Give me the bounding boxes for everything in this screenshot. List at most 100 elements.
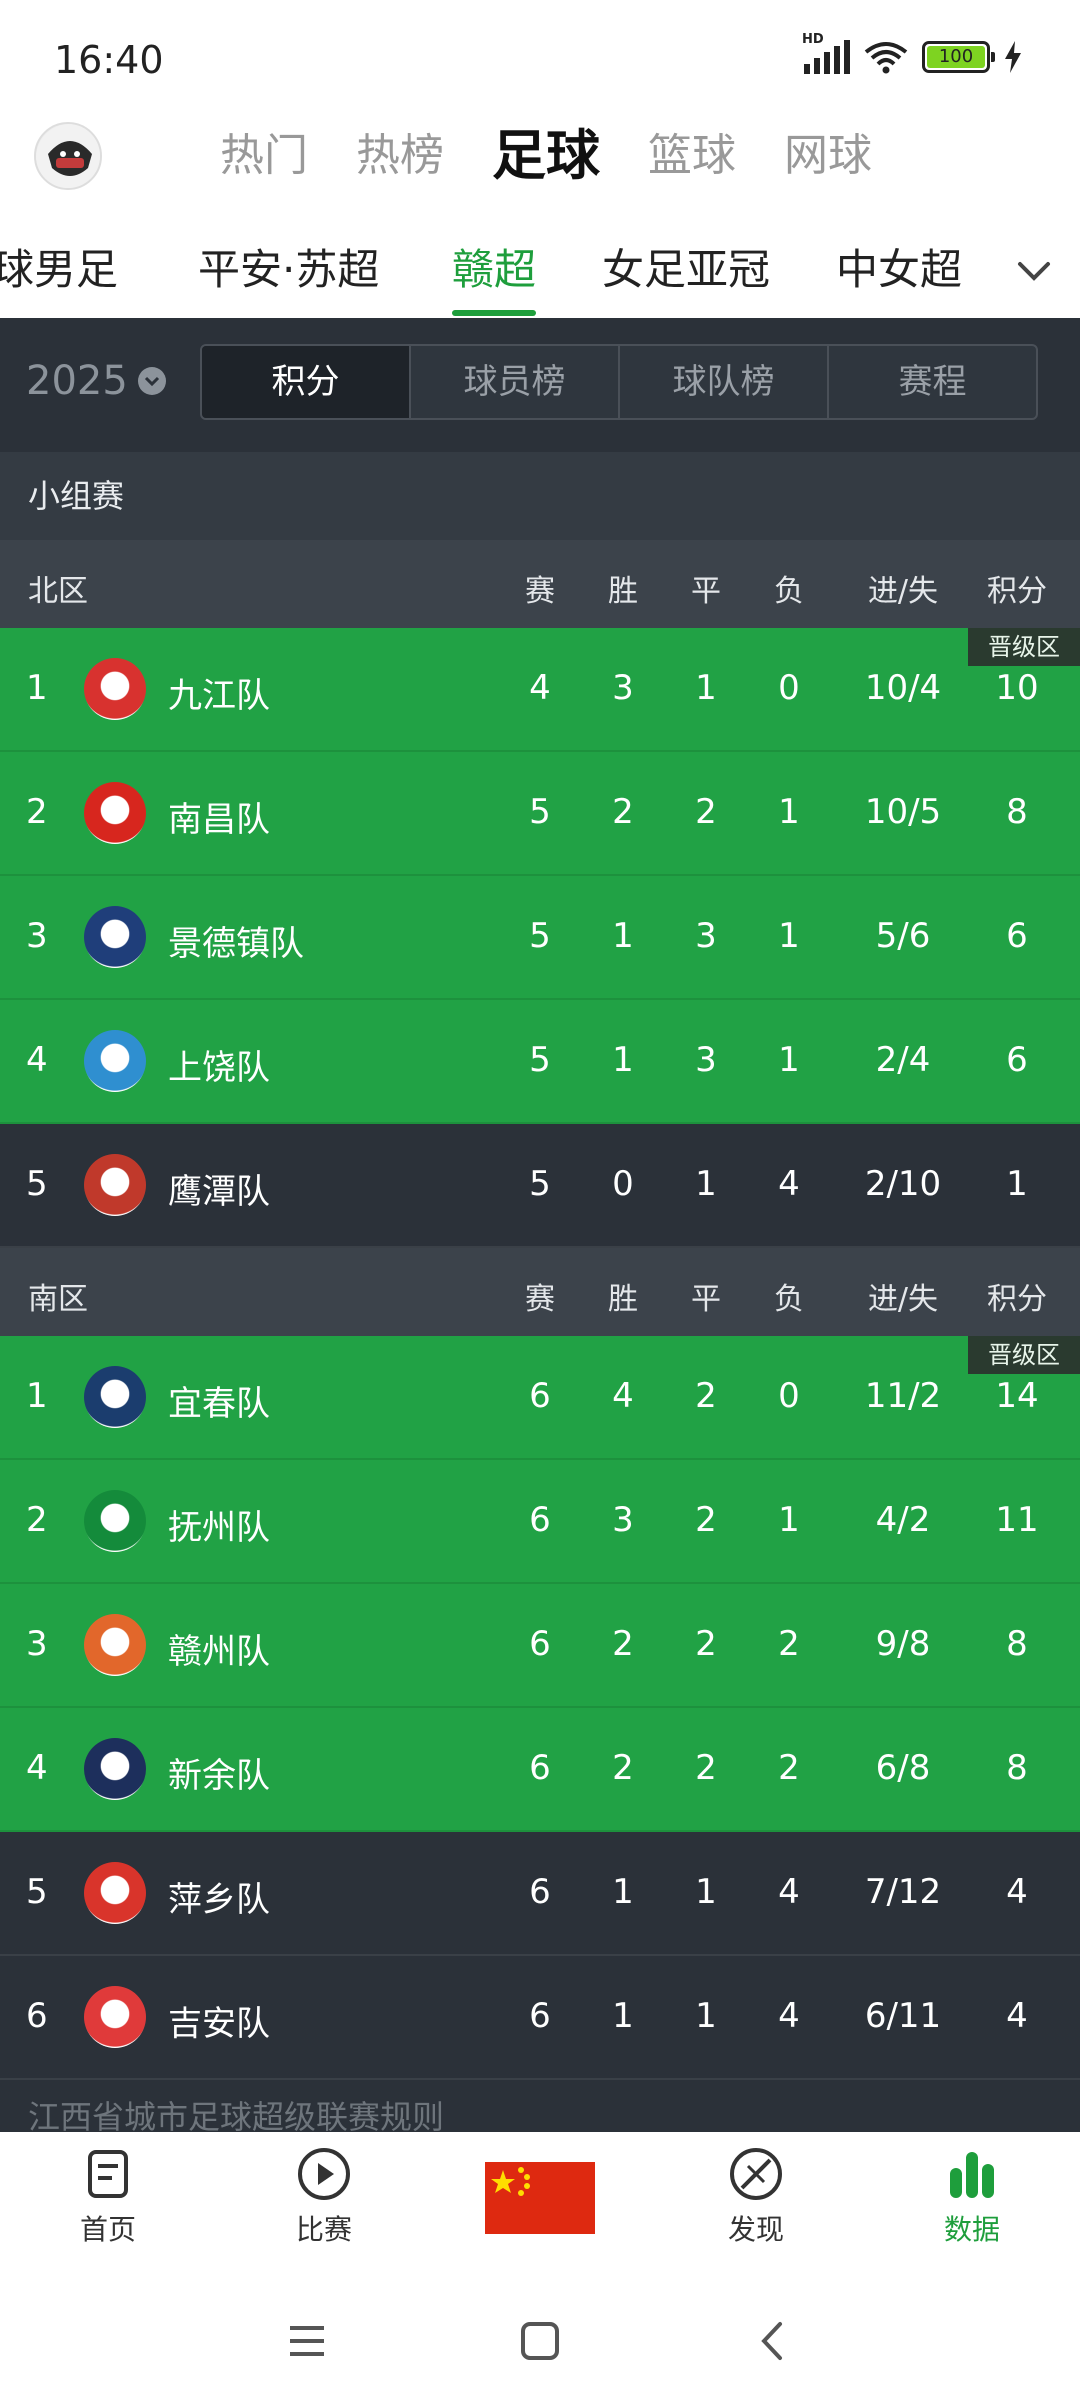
segment-schedule[interactable]: 赛程 [829, 346, 1036, 418]
tab-football[interactable]: 足球 [492, 124, 600, 188]
stat-w: 3 [612, 1500, 634, 1540]
season-selector[interactable]: 2025 [26, 358, 166, 404]
team-name[interactable]: 新余队 [168, 1748, 270, 1797]
table-row[interactable]: 5 鹰潭队 5 0 1 4 2/10 1 [0, 1124, 1080, 1248]
table-row[interactable]: 2 抚州队 6 3 2 1 4/2 11 [0, 1460, 1080, 1584]
stat-w: 2 [612, 1748, 634, 1788]
column-header-d: 平 [691, 574, 721, 609]
team-name[interactable]: 萍乡队 [168, 1872, 270, 1921]
team-name[interactable]: 九江队 [168, 668, 270, 717]
tab-basketball[interactable]: 篮球 [648, 124, 736, 188]
team-name[interactable]: 赣州队 [168, 1624, 270, 1673]
table-row[interactable]: 6 吉安队 6 1 1 4 6/11 4 [0, 1956, 1080, 2080]
promotion-zone-badge: 晋级区 [968, 1336, 1080, 1374]
zone-name: 北区 [28, 574, 88, 609]
team-rank: 3 [26, 916, 48, 956]
team-name[interactable]: 抚州队 [168, 1500, 270, 1549]
table-row[interactable]: 3 赣州队 6 2 2 2 9/8 8 [0, 1584, 1080, 1708]
tab-tennis[interactable]: 网球 [784, 124, 872, 188]
league-tab-gan-super[interactable]: 赣超 [452, 236, 536, 297]
nav-matches[interactable]: 比赛 [254, 2146, 394, 2248]
nav-home[interactable]: 首页 [38, 2146, 178, 2248]
stat-gd: 7/12 [864, 1872, 942, 1912]
team-logo [84, 906, 146, 968]
avatar-image [36, 124, 100, 188]
discover-icon [730, 2148, 782, 2200]
team-name[interactable]: 上饶队 [168, 1040, 270, 1089]
zone-name: 南区 [28, 1282, 88, 1317]
column-header-gd: 进/失 [867, 1282, 939, 1317]
stat-w: 2 [612, 792, 634, 832]
team-rank: 4 [26, 1040, 48, 1080]
stat-gp: 6 [529, 1500, 551, 1540]
stat-pts: 6 [1006, 1040, 1028, 1080]
stat-d: 3 [695, 916, 717, 956]
stat-l: 2 [778, 1624, 800, 1664]
stat-d: 1 [695, 1164, 717, 1204]
stat-pts: 8 [1006, 1748, 1028, 1788]
team-name[interactable]: 宜春队 [168, 1376, 270, 1425]
stat-l: 1 [778, 1500, 800, 1540]
league-tab-womens-acl[interactable]: 女足亚冠 [602, 236, 770, 297]
team-name[interactable]: 南昌队 [168, 792, 270, 841]
league-tab-su-super[interactable]: 平安·苏超 [198, 236, 379, 297]
team-name[interactable]: 吉安队 [168, 1996, 270, 2045]
home-square-icon[interactable] [515, 2316, 565, 2366]
segment-team-ranking[interactable]: 球队榜 [620, 346, 829, 418]
system-nav-bar [0, 2280, 1080, 2400]
stat-d: 2 [695, 1624, 717, 1664]
stat-l: 4 [778, 1872, 800, 1912]
stat-w: 1 [612, 1040, 634, 1080]
team-logo [84, 658, 146, 720]
team-rank: 1 [26, 668, 48, 708]
table-row[interactable]: 3 景德镇队 5 1 3 1 5/6 6 [0, 876, 1080, 1000]
column-header-pts: 积分 [987, 574, 1047, 609]
league-tab-mens-football[interactable]: 球男足 [0, 236, 118, 297]
bottom-nav: 首页 比赛 发现 数据 [0, 2132, 1080, 2280]
active-tab-indicator [452, 310, 536, 316]
tab-trending[interactable]: 热榜 [356, 124, 444, 188]
team-logo [84, 782, 146, 844]
charging-icon [1005, 41, 1021, 73]
stat-pts: 4 [1006, 1872, 1028, 1912]
table-row[interactable]: 1 宜春队 6 4 2 0 11/2 14 晋级区 [0, 1336, 1080, 1460]
stat-gd: 5/6 [875, 916, 931, 956]
nav-discover[interactable]: 发现 [686, 2146, 826, 2248]
stat-d: 3 [695, 1040, 717, 1080]
league-tabs: 球男足 平安·苏超 赣超 女足亚冠 中女超 [0, 222, 1080, 318]
column-header-d: 平 [691, 1282, 721, 1317]
segment-player-ranking[interactable]: 球员榜 [411, 346, 620, 418]
stat-pts: 10 [995, 668, 1039, 708]
table-row[interactable]: 4 上饶队 5 1 3 1 2/4 6 [0, 1000, 1080, 1124]
column-header-gp: 赛 [525, 574, 555, 609]
table-row[interactable]: 5 萍乡队 6 1 1 4 7/12 4 [0, 1832, 1080, 1956]
back-icon[interactable] [748, 2316, 798, 2366]
table-row[interactable]: 2 南昌队 5 2 2 1 10/5 8 [0, 752, 1080, 876]
stat-gp: 6 [529, 1748, 551, 1788]
rules-link[interactable]: 江西省城市足球超级联赛规则 [28, 2092, 444, 2132]
stat-l: 0 [778, 1376, 800, 1416]
user-avatar[interactable] [34, 122, 102, 190]
stat-gd: 4/2 [875, 1500, 931, 1540]
team-name[interactable]: 鹰潭队 [168, 1164, 270, 1213]
stat-w: 1 [612, 1996, 634, 2036]
nav-data[interactable]: 数据 [902, 2146, 1042, 2248]
stat-gd: 2/4 [875, 1040, 931, 1080]
clock: 16:40 [54, 38, 164, 82]
team-name[interactable]: 景德镇队 [168, 916, 304, 965]
table-row[interactable]: 4 新余队 6 2 2 2 6/8 8 [0, 1708, 1080, 1832]
zone-header: 北区 赛 胜 平 负 进/失 积分 [0, 540, 1080, 628]
team-rank: 2 [26, 792, 48, 832]
menu-icon[interactable] [282, 2316, 332, 2366]
chevron-down-icon[interactable] [1014, 250, 1054, 290]
table-row[interactable]: 1 九江队 4 3 1 0 10/4 10 晋级区 [0, 628, 1080, 752]
china-flag-icon[interactable] [485, 2162, 595, 2234]
stat-d: 2 [695, 1500, 717, 1540]
league-tab-womens-super[interactable]: 中女超 [836, 236, 962, 297]
stat-pts: 11 [995, 1500, 1039, 1540]
sport-tabs: 热门 热榜 足球 篮球 网球 [220, 124, 920, 188]
segment-standings[interactable]: 积分 [202, 346, 411, 418]
stat-gd: 10/4 [864, 668, 942, 708]
tab-hot[interactable]: 热门 [220, 124, 308, 188]
stat-d: 2 [695, 1748, 717, 1788]
